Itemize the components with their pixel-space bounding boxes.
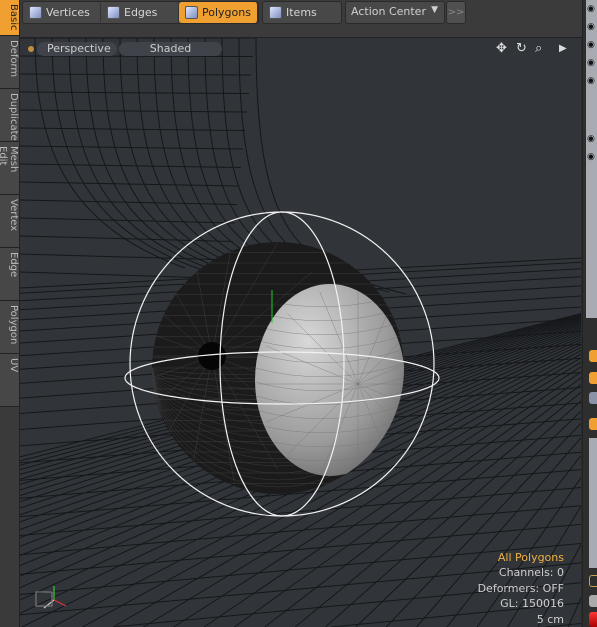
- selection-mode-group: Vertices Edges Polygons: [22, 1, 259, 24]
- tool-tabs: Basic Deform Duplicate Mesh Edit Vertex …: [0, 0, 20, 627]
- visibility-eye-icon[interactable]: ◉: [587, 4, 597, 14]
- visibility-eye-icon[interactable]: ◉: [587, 134, 597, 144]
- items-group: Items: [262, 1, 342, 24]
- color-swatch[interactable]: [589, 612, 597, 627]
- edges-cube-icon: [107, 6, 120, 19]
- scene-canvas[interactable]: [20, 38, 581, 627]
- viewport-info: All Polygons Channels: 0 Deformers: OFF …: [478, 550, 564, 627]
- mode-toolbar: Vertices Edges Polygons Items Action Cen…: [20, 0, 582, 38]
- items-label: Items: [286, 6, 317, 19]
- tab-duplicate[interactable]: Duplicate: [0, 89, 19, 142]
- items-button[interactable]: Items: [263, 2, 341, 23]
- tab-edge[interactable]: Edge: [0, 248, 19, 301]
- vertices-label: Vertices: [46, 6, 90, 19]
- properties-list[interactable]: [589, 438, 597, 568]
- gl-info: GL: 150016: [500, 597, 564, 610]
- 3d-viewport[interactable]: Perspective Shaded ✥ ↻ ⌕ ▶ All Polygons …: [20, 38, 581, 627]
- panel-field[interactable]: [589, 575, 597, 587]
- polygons-cube-icon: [185, 6, 198, 19]
- more-button[interactable]: >>: [446, 1, 466, 24]
- view-type-button[interactable]: Perspective: [37, 42, 117, 56]
- vertices-button[interactable]: Vertices: [23, 2, 101, 23]
- channels-info: Channels: 0: [498, 566, 564, 579]
- tab-deform[interactable]: Deform: [0, 36, 19, 89]
- tab-polygon[interactable]: Polygon: [0, 301, 19, 354]
- edges-label: Edges: [124, 6, 158, 19]
- tab-basic[interactable]: Basic: [0, 0, 19, 36]
- polygons-button[interactable]: Polygons: [179, 2, 258, 23]
- visibility-eye-icon[interactable]: ◉: [587, 76, 597, 86]
- rotate-icon[interactable]: ↻: [516, 41, 527, 56]
- vertices-cube-icon: [29, 6, 42, 19]
- shading-button[interactable]: Shaded: [119, 42, 222, 56]
- right-panel: ◉ ◉ ◉ ◉ ◉ ◉ ◉: [582, 0, 597, 627]
- panel-button[interactable]: [589, 392, 597, 404]
- tab-vertex[interactable]: Vertex: [0, 195, 19, 248]
- panel-button[interactable]: [589, 350, 597, 362]
- zoom-icon[interactable]: ⌕: [535, 41, 542, 56]
- selection-info: All Polygons: [497, 550, 564, 564]
- viewport-options-dot[interactable]: [28, 46, 34, 52]
- action-center-dropdown[interactable]: Action Center ▼: [345, 1, 445, 24]
- visibility-eye-icon[interactable]: ◉: [587, 22, 597, 32]
- action-center-label: Action Center: [351, 5, 426, 18]
- visibility-eye-icon[interactable]: ◉: [587, 152, 597, 162]
- panel-button[interactable]: [589, 418, 597, 430]
- items-cube-icon: [269, 6, 282, 19]
- deformers-info: Deformers: OFF: [477, 581, 564, 595]
- panel-button[interactable]: [589, 595, 597, 607]
- tab-mesh-edit[interactable]: Mesh Edit: [0, 142, 19, 195]
- scale-info: 5 cm: [536, 612, 564, 626]
- more-arrow-icon[interactable]: ▶: [559, 43, 567, 54]
- visibility-eye-icon[interactable]: ◉: [587, 40, 597, 50]
- tab-uv[interactable]: UV: [0, 354, 19, 407]
- edges-button[interactable]: Edges: [101, 2, 179, 23]
- panel-button[interactable]: [589, 372, 597, 384]
- visibility-eye-icon[interactable]: ◉: [587, 58, 597, 68]
- axis-indicator-icon: [35, 586, 67, 609]
- polygons-label: Polygons: [202, 6, 251, 19]
- viewport-header: Perspective Shaded ✥ ↻ ⌕ ▶: [20, 38, 581, 60]
- chevron-down-icon: ▼: [431, 5, 438, 15]
- move-icon[interactable]: ✥: [496, 41, 507, 56]
